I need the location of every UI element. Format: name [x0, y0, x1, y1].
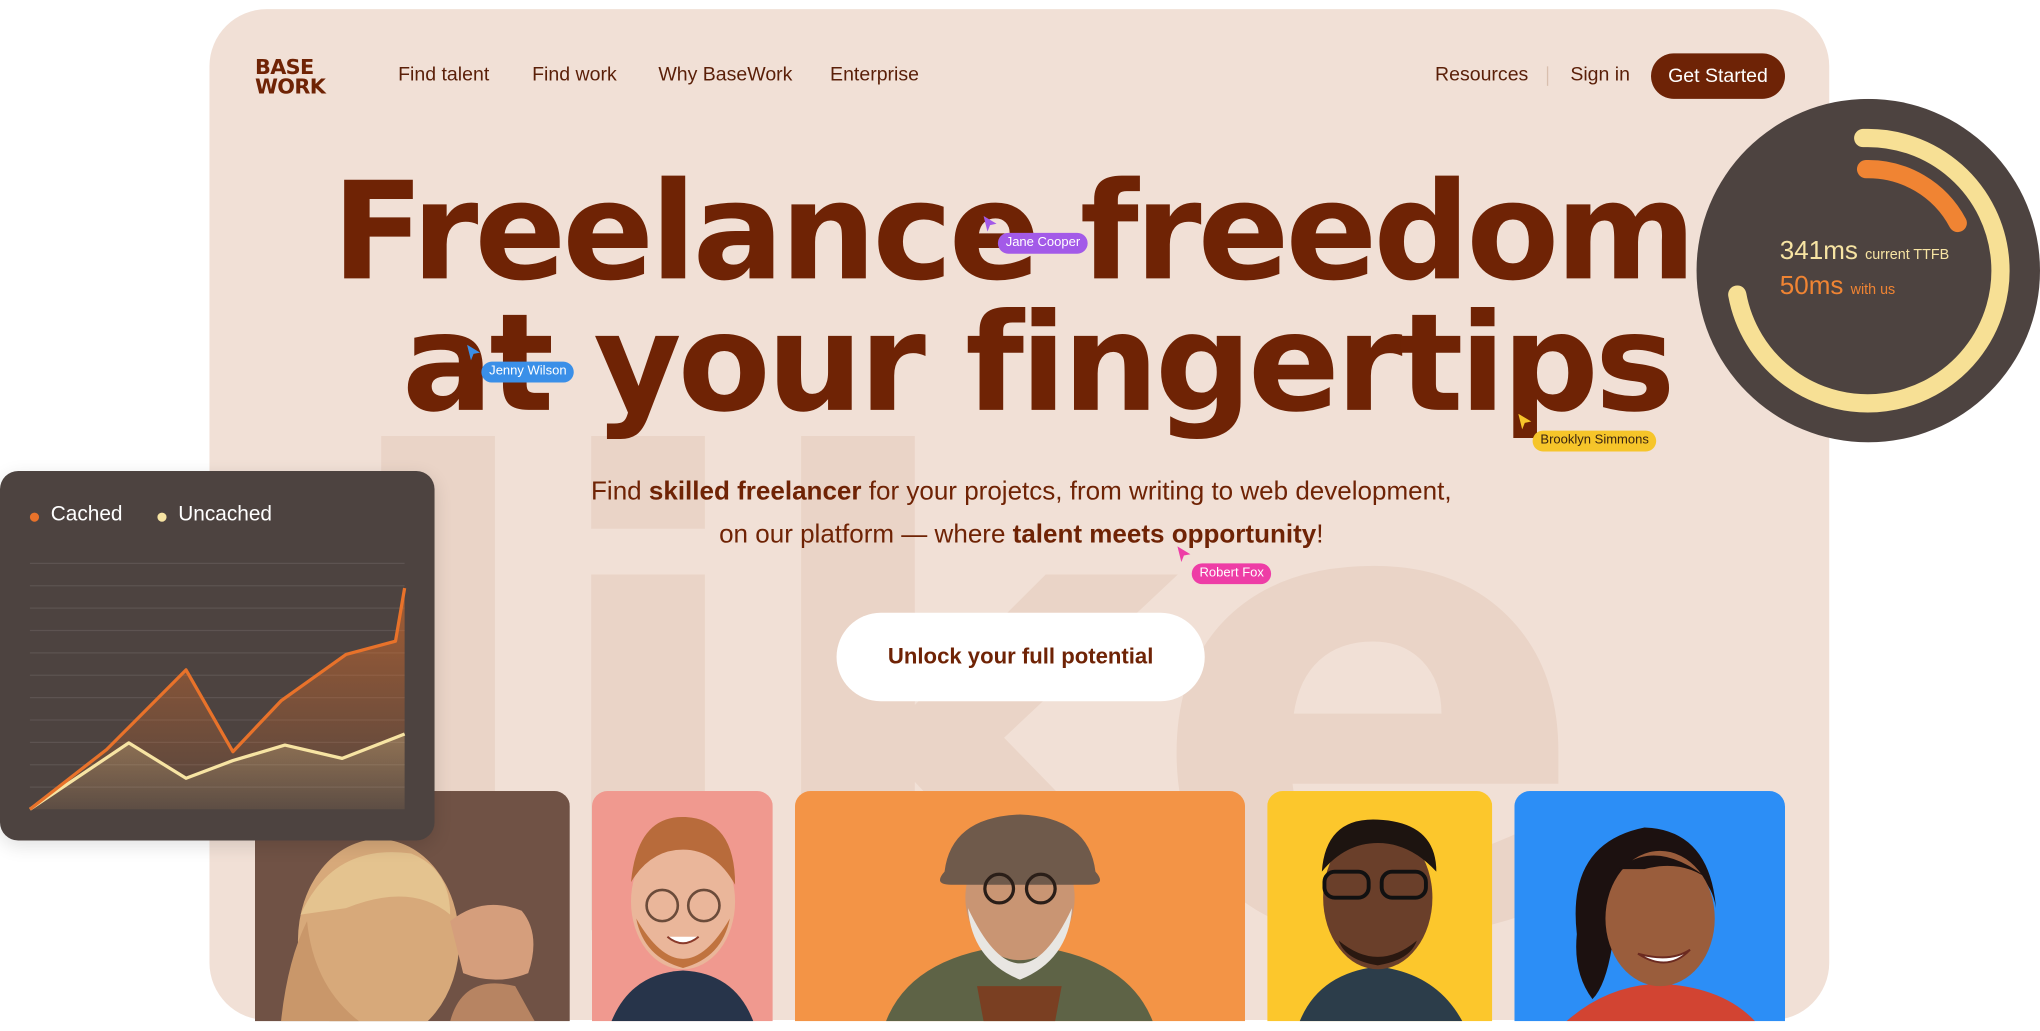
sub1-bold: skilled freelancer: [648, 477, 862, 507]
headline-line-1: Freelance freedom: [331, 152, 1697, 311]
brooklyn-simmons-cursor-icon: [1518, 413, 1532, 430]
collaborator-tag-brooklyn-simmons: Brooklyn Simmons: [1532, 430, 1657, 452]
unlock-potential-button[interactable]: Unlock your full potential: [836, 612, 1205, 702]
talent-photo-2-image: [591, 791, 773, 1022]
with-us-value: 50ms: [1779, 271, 1844, 301]
sign-in-link[interactable]: Sign in: [1570, 64, 1630, 86]
collaborator-tag-robert-fox: Robert Fox: [1191, 563, 1272, 585]
sub2-text-c: !: [1316, 520, 1324, 550]
nav-enterprise[interactable]: Enterprise: [830, 64, 919, 86]
jenny-wilson-cursor-icon: [467, 344, 481, 361]
subheadline-line-2: on our platform — where talent meets opp…: [514, 522, 1529, 548]
talent-photo-5-image: [1514, 791, 1785, 1022]
talent-photo-5: [1514, 791, 1785, 1022]
current-ttfb-label: current TTFB: [1865, 247, 1950, 263]
talent-photo-3-image: [794, 791, 1246, 1022]
collaborator-tag-jenny-wilson: Jenny Wilson: [481, 361, 575, 383]
cache-chart-card: Cached Uncached: [0, 470, 435, 841]
nav-why-basework[interactable]: Why BaseWork: [658, 64, 792, 86]
sub2-bold: talent meets opportunity: [1012, 520, 1317, 550]
basework-logo[interactable]: BASE WORK: [254, 57, 326, 99]
jane-cooper-cursor-icon: [983, 215, 997, 232]
nav-resources[interactable]: Resources: [1435, 64, 1528, 86]
current-ttfb-value: 341ms: [1779, 236, 1858, 266]
ttfb-gauge-dial: [1696, 98, 2040, 443]
ttfb-gauge: 341ms current TTFB 50ms with us: [1696, 98, 2040, 443]
sub2-text-a: on our platform — where: [719, 520, 1013, 550]
with-us-readout: 50ms with us: [1780, 272, 1895, 302]
logo-line2: WORK: [254, 74, 326, 99]
talent-photo-3: [794, 791, 1246, 1022]
sub1-text-a: Find: [591, 477, 649, 507]
current-ttfb-readout: 341ms current TTFB: [1780, 237, 1949, 267]
collaborator-tag-jane-cooper: Jane Cooper: [997, 232, 1088, 254]
nav-divider: [1546, 66, 1549, 86]
talent-photo-4-image: [1267, 791, 1493, 1022]
nav-find-work[interactable]: Find work: [532, 64, 617, 86]
talent-photo-2: [591, 791, 773, 1022]
get-started-button[interactable]: Get Started: [1650, 53, 1785, 99]
nav-find-talent[interactable]: Find talent: [398, 64, 489, 86]
sub1-text-c: for your projetcs, from writing to web d…: [861, 477, 1452, 507]
cache-chart-plot: [28, 562, 407, 811]
with-us-label: with us: [1850, 282, 1896, 298]
subheadline-line-1: Find skilled freelancer for your projetc…: [514, 479, 1529, 505]
headline-line-2: at your fingertips: [402, 283, 1675, 443]
talent-photo-4: [1267, 791, 1493, 1022]
